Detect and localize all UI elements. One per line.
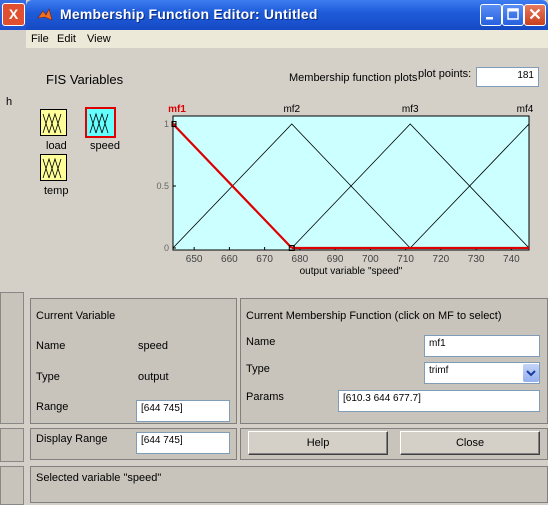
x-tick-label: 670 [256, 254, 273, 265]
maximize-icon [507, 8, 519, 20]
mf-type-value: trimf [429, 365, 449, 376]
x-tick-label: 720 [433, 254, 450, 265]
current-mf-header: Current Membership Function (click on MF… [246, 310, 502, 322]
x-tick-label: 730 [468, 254, 485, 265]
maximize-button[interactable] [502, 4, 524, 26]
mf-type-label: Type [246, 363, 270, 375]
cv-type-label: Type [36, 371, 60, 383]
close-button[interactable]: Close [400, 431, 540, 455]
plot-points-input[interactable]: 181 [476, 67, 539, 87]
cv-range-label: Range [36, 401, 69, 413]
cv-name-value: speed [138, 340, 168, 352]
matlab-icon [37, 8, 53, 21]
x-tick-label: 660 [221, 254, 238, 265]
y-tick-label: 0 [164, 243, 169, 253]
mf-label-mf4: mf4 [517, 104, 534, 115]
x-tick-label: 700 [362, 254, 379, 265]
input-variable-load[interactable] [40, 109, 67, 136]
x-tick-label: 690 [327, 254, 344, 265]
mf-triangle-icon [42, 157, 62, 179]
mf-label-mf1: mf1 [168, 104, 186, 115]
cv-display-range-label: Display Range [36, 433, 108, 445]
background-partial-text: h [6, 96, 13, 108]
menu-file[interactable]: File [31, 33, 49, 45]
plot-area [172, 115, 530, 251]
cv-type-value: output [138, 371, 169, 383]
y-tick-label: 1 [164, 119, 169, 129]
mf-plot[interactable]: 0 0.5 1 650 660 670 680 690 700 710 720 730 740 outpu… [150, 92, 548, 292]
fis-variables-label: FIS Variables [46, 72, 124, 87]
y-tick-label: 0.5 [156, 181, 169, 191]
x-tick-label: 710 [397, 254, 414, 265]
input-variable-temp-label: temp [44, 185, 69, 197]
minimize-icon [486, 17, 493, 20]
menu-view[interactable]: View [87, 33, 111, 45]
output-variable-speed-label: speed [90, 140, 120, 152]
background-close-icon[interactable]: X [2, 3, 25, 26]
mf-label-mf2: mf2 [283, 104, 300, 115]
mf-name-input[interactable]: mf1 [424, 335, 540, 357]
current-variable-header: Current Variable [36, 310, 116, 322]
status-text: Selected variable "speed" [36, 472, 162, 484]
window-title: Membership Function Editor: Untitled [60, 6, 318, 22]
background-panel-3 [0, 466, 24, 505]
background-panel [0, 292, 24, 424]
x-tick-label: 650 [186, 254, 203, 265]
chevron-down-icon[interactable] [523, 364, 539, 382]
mf-params-label: Params [246, 391, 284, 403]
help-button[interactable]: Help [248, 431, 388, 455]
menu-edit[interactable]: Edit [57, 33, 76, 45]
mf-name-label: Name [246, 336, 276, 348]
mf-triangle-icon [89, 112, 109, 134]
display-range-input[interactable]: [644 745] [136, 432, 230, 454]
x-axis-label: output variable "speed" [300, 266, 403, 277]
close-icon [529, 8, 541, 20]
minimize-button[interactable] [480, 4, 502, 26]
mf-triangle-icon [42, 112, 62, 134]
mf-label-mf3: mf3 [402, 104, 419, 115]
x-tick-label: 680 [292, 254, 309, 265]
range-input[interactable]: [644 745] [136, 400, 230, 422]
input-variable-load-label: load [46, 140, 67, 152]
close-window-button[interactable] [524, 4, 546, 26]
background-panel-2 [0, 428, 24, 462]
output-variable-speed[interactable] [85, 107, 116, 138]
input-variable-temp[interactable] [40, 154, 67, 181]
plot-points-label: plot points: [418, 68, 472, 80]
mf-plots-label: Membership function plots [289, 72, 418, 84]
mf-params-input[interactable]: [610.3 644 677.7] [338, 390, 540, 412]
cv-name-label: Name [36, 340, 66, 352]
x-tick-label: 740 [503, 254, 520, 265]
